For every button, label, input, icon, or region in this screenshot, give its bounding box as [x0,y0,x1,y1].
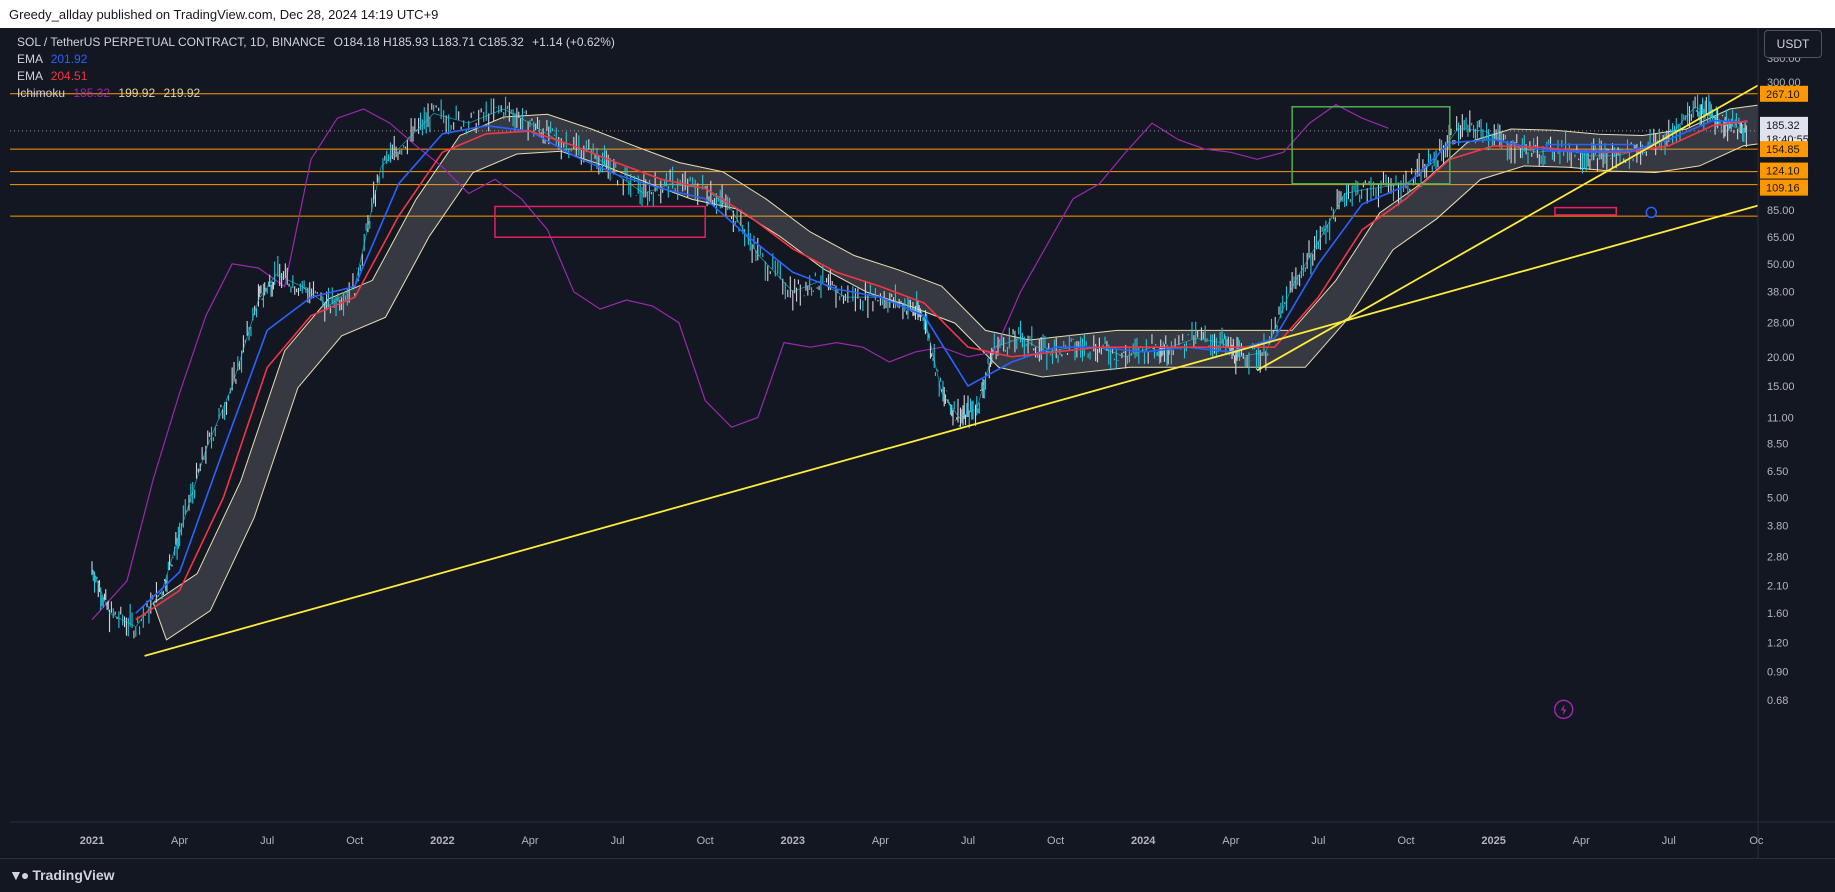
x-tick-label: Oct [346,835,363,847]
y-tick-label: 11.00 [1767,413,1794,425]
x-tick-label: Apr [521,835,538,847]
zone-pink-0 [494,205,706,238]
y-tick-label: 85.00 [1767,205,1795,217]
x-tick-label: 2022 [430,835,454,847]
ichimoku-label: Ichimoku [17,86,66,100]
x-tick-label: 2025 [1481,835,1505,847]
symbol-title[interactable]: SOL / TetherUS PERPETUAL CONTRACT, 1D, B… [17,35,325,49]
x-tick-label: Jul [961,835,975,847]
x-tick-label: Jul [1311,835,1325,847]
x-tick-label: Oc [1749,835,1764,847]
tradingview-logo-icon: ▼● [9,867,29,883]
chart-legend: SOL / TetherUS PERPETUAL CONTRACT, 1D, B… [17,34,615,102]
y-tick-label: 0.68 [1767,695,1788,707]
y-tick-label: 2.80 [1767,551,1788,563]
y-tick-label: 28.00 [1767,318,1795,330]
lightning-icon[interactable] [1553,699,1574,720]
x-tick-label: Apr [1573,835,1590,847]
lightning-icon-bolt [1560,704,1567,716]
y-tick-label: 1.60 [1767,608,1788,620]
x-tick-label: Jul [1662,835,1676,847]
tradingview-logo-text: TradingView [32,867,115,883]
footer-bar: ▼● TradingView [0,858,1835,892]
ichimoku-value-2: 199.92 [118,86,156,100]
zone-pink-3 [1554,206,1617,216]
ichimoku-value-1: 185.32 [73,86,111,100]
y-tick-label: 5.00 [1767,493,1788,505]
y-tick-label: 1.20 [1767,637,1788,649]
trendline-1 [1256,84,1758,372]
x-tick-label: Jul [611,835,625,847]
x-tick-label: Oct [1397,835,1414,847]
ema-slow-label: EMA [17,69,43,83]
x-tick-label: Apr [171,835,188,847]
y-tick-label: 65.00 [1767,232,1795,244]
x-tick-label: Jul [260,835,274,847]
legend-ichimoku[interactable]: Ichimoku 185.32 199.92 219.92 [17,85,615,102]
ohlc-values: O184.18 H185.93 L183.71 C185.32 [333,35,524,49]
ema-fast-value: 201.92 [50,52,88,66]
x-tick-label: 2023 [781,835,805,847]
y-tick-label: 50.00 [1767,259,1795,271]
currency-button[interactable]: USDT [1764,30,1822,58]
ema-fast-label: EMA [17,52,43,66]
price-change: +1.14 (+0.62%) [532,35,615,49]
price-label: 267.10 [1766,89,1800,101]
y-tick-label: 15.00 [1767,381,1795,393]
plot-layer [10,84,1758,657]
x-tick-label: Oct [1047,835,1064,847]
ema-fast-line [135,119,1748,614]
x-tick-label: 2021 [80,835,104,847]
price-label: 154.85 [1766,144,1800,156]
price-chart[interactable]: 380.00300.00200.0085.0065.0050.0038.0028… [0,0,1835,891]
price-label: 124.10 [1766,166,1800,178]
legend-ema-slow[interactable]: EMA 204.51 [17,68,615,85]
y-tick-label: 20.00 [1767,352,1795,364]
y-tick-label: 6.50 [1767,466,1788,478]
x-tick-label: Oct [697,835,714,847]
y-tick-label: 3.80 [1767,520,1788,532]
y-tick-label: 0.90 [1767,667,1788,679]
y-tick-label: 8.50 [1767,439,1788,451]
y-tick-label: 38.00 [1767,287,1795,299]
marker-circle [1645,206,1658,219]
price-label: 109.16 [1766,183,1800,195]
legend-ema-fast[interactable]: EMA 201.92 [17,51,615,68]
ichimoku-value-3: 219.92 [163,86,201,100]
ema-slow-line [135,120,1748,621]
price-label: 185.32 [1766,120,1800,132]
tradingview-logo[interactable]: ▼● TradingView [9,867,115,883]
x-tick-label: 2024 [1131,835,1156,847]
legend-symbol-row: SOL / TetherUS PERPETUAL CONTRACT, 1D, B… [17,34,615,51]
x-tick-label: Apr [872,835,889,847]
candles-group [91,94,1747,639]
y-tick-label: 2.10 [1767,581,1788,593]
x-tick-label: Apr [1222,835,1239,847]
ema-slow-value: 204.51 [50,69,88,83]
